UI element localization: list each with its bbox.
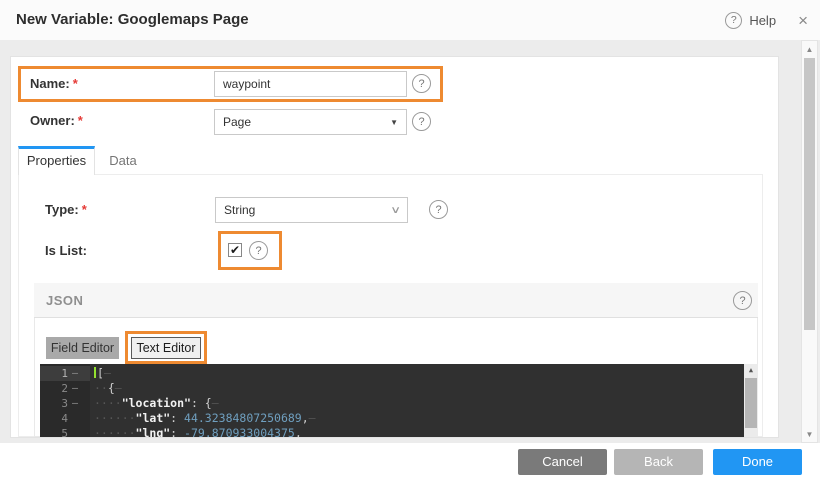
- json-group-title: JSON: [46, 283, 83, 318]
- code-lines[interactable]: [‒··{‒····"location": {‒······"lat": 44.…: [94, 366, 744, 437]
- back-button[interactable]: Back: [614, 449, 703, 475]
- header-actions: ? Help ×: [725, 0, 808, 40]
- required-asterisk: *: [82, 202, 87, 217]
- chevron-down-icon: ∨: [390, 205, 401, 216]
- json-group-header: [34, 283, 758, 318]
- help-icon[interactable]: ?: [725, 12, 742, 29]
- name-input[interactable]: [214, 71, 407, 97]
- help-link[interactable]: Help: [749, 13, 776, 28]
- scroll-up-icon[interactable]: ▲: [744, 364, 758, 377]
- owner-help-icon[interactable]: ?: [412, 112, 431, 131]
- cancel-button[interactable]: Cancel: [518, 449, 607, 475]
- name-label: Name:*: [30, 66, 78, 102]
- done-button[interactable]: Done: [713, 449, 802, 475]
- dialog-header: New Variable: Googlemaps Page ? Help ×: [0, 0, 820, 40]
- dialog-scrollbar-thumb[interactable]: [804, 58, 815, 330]
- tab-properties[interactable]: Properties: [18, 146, 95, 175]
- field-editor-button[interactable]: Field Editor: [46, 337, 119, 359]
- type-selected-value: String: [224, 203, 255, 217]
- text-editor-button[interactable]: Text Editor: [131, 337, 201, 359]
- type-select[interactable]: String ∨: [215, 197, 408, 223]
- checkmark-icon: ✔: [230, 244, 240, 256]
- editor-scrollbar[interactable]: ▲: [744, 364, 758, 437]
- page-title: New Variable: Googlemaps Page: [16, 0, 249, 40]
- type-label: Type:*: [45, 196, 87, 224]
- scroll-up-icon[interactable]: ▲: [802, 43, 817, 55]
- scroll-down-icon[interactable]: ▼: [802, 428, 817, 440]
- owner-selected-value: Page: [223, 115, 251, 129]
- is-list-checkbox[interactable]: ✔: [228, 243, 242, 257]
- json-code-editor[interactable]: 1–2–3–45 [‒··{‒····"location": {‒······"…: [40, 364, 758, 437]
- json-help-icon[interactable]: ?: [733, 291, 752, 310]
- required-asterisk: *: [78, 113, 83, 128]
- close-icon[interactable]: ×: [798, 12, 808, 29]
- type-help-icon[interactable]: ?: [429, 200, 448, 219]
- dropdown-arrow-icon: ▼: [390, 118, 398, 127]
- name-help-icon[interactable]: ?: [412, 74, 431, 93]
- is-list-help-icon[interactable]: ?: [249, 241, 268, 260]
- tab-data[interactable]: Data: [96, 146, 150, 175]
- code-gutter: 1–2–3–45: [40, 366, 90, 437]
- owner-label: Owner:*: [30, 107, 83, 135]
- required-asterisk: *: [73, 76, 78, 91]
- is-list-label: Is List:: [45, 237, 87, 265]
- editor-scrollbar-thumb[interactable]: [745, 378, 757, 428]
- dialog-scrollbar[interactable]: ▲ ▼: [801, 40, 818, 443]
- new-variable-dialog: New Variable: Googlemaps Page ? Help × N…: [0, 0, 820, 490]
- owner-select[interactable]: Page ▼: [214, 109, 407, 135]
